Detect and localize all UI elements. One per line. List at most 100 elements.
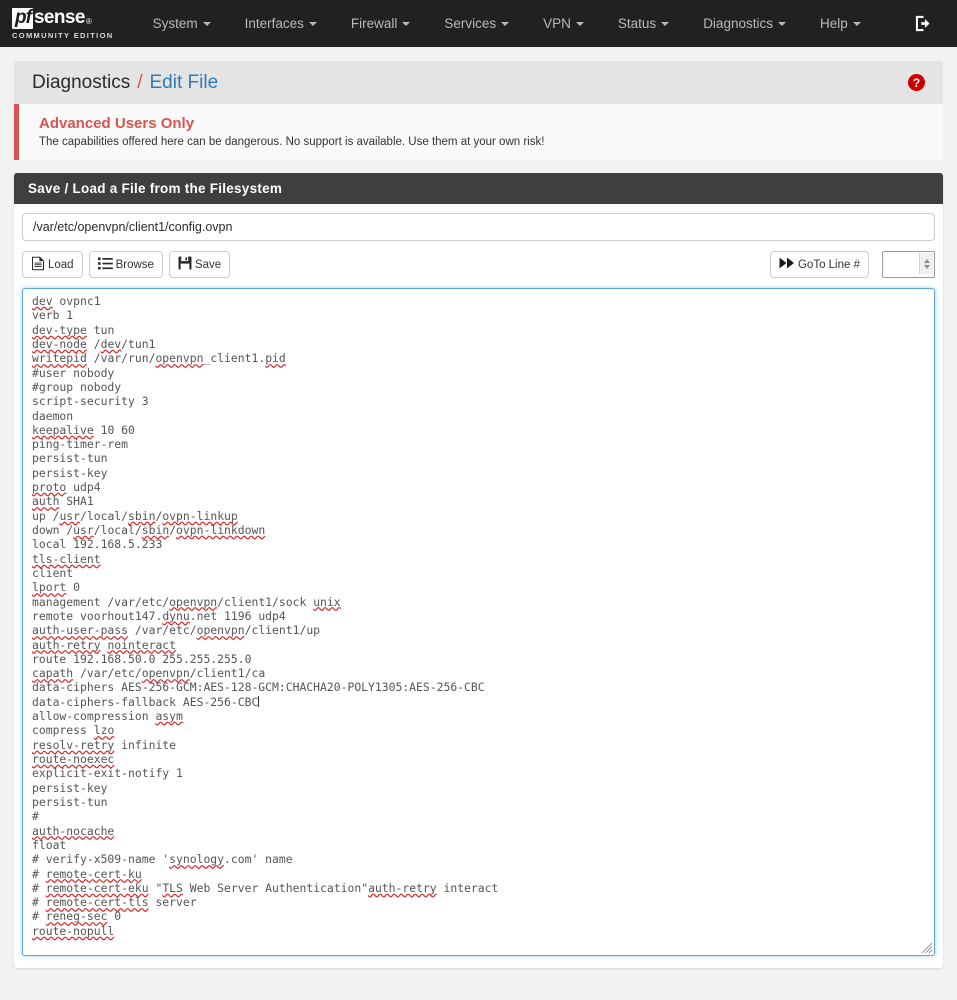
code-token: script-security 3: [32, 394, 149, 409]
code-line: client: [32, 566, 928, 580]
code-token: /var/run/: [86, 351, 156, 366]
alert-title: Advanced Users Only: [39, 115, 195, 132]
code-line: up /usr/local/sbin/ovpn-linkup: [32, 509, 928, 523]
code-line: # verify-x509-name 'synology.com' name: [32, 852, 928, 866]
code-token: persist-tun: [32, 451, 108, 466]
code-token: /local/: [80, 508, 129, 523]
save-button[interactable]: Save: [168, 251, 231, 278]
breadcrumb-parent[interactable]: Diagnostics: [32, 72, 130, 94]
breadcrumb: Diagnostics / Edit File ?: [14, 61, 943, 104]
code-token: .com' name: [224, 852, 293, 867]
code-line: auth-user-pass /var/etc/openvpn/client1/…: [32, 623, 928, 637]
chevron-down-icon: [661, 22, 670, 26]
code-line: auth-retry nointeract: [32, 638, 928, 652]
misspelled-token: auth: [32, 494, 60, 509]
code-token: /tun1: [121, 336, 156, 351]
code-token: persist-key: [32, 465, 108, 480]
code-line: persist-key: [32, 466, 928, 480]
nav-item-vpn[interactable]: VPN: [526, 0, 601, 47]
code-token: data-ciphers-fallback AES-256-CBC: [32, 694, 259, 709]
nav-item-status[interactable]: Status: [601, 0, 686, 47]
browse-button-label: Browse: [115, 258, 154, 271]
help-icon[interactable]: ?: [908, 74, 925, 91]
misspelled-token: openvpn: [155, 351, 204, 366]
code-token: /var/etc/: [128, 623, 197, 638]
breadcrumb-current[interactable]: Edit File: [150, 72, 219, 94]
code-token: ": [148, 880, 163, 895]
breadcrumb-separator: /: [137, 71, 143, 93]
code-token: verb 1: [32, 308, 74, 323]
nav-label: Services: [444, 16, 497, 31]
file-path-input[interactable]: [22, 213, 935, 241]
textarea-resize-handle[interactable]: [918, 939, 933, 954]
chevron-down-icon: [308, 22, 317, 26]
browse-button[interactable]: Browse: [88, 251, 163, 278]
code-line: dev ovpnc1: [32, 294, 928, 308]
code-line: # remote-cert-tls server: [32, 895, 928, 909]
code-line: dev-type tun: [32, 323, 928, 337]
file-content-textarea[interactable]: dev ovpnc1 verb 1 dev-type tun dev-node /de…: [23, 289, 934, 955]
goto-line-button[interactable]: GoTo Line #: [769, 251, 869, 278]
logout-icon[interactable]: [914, 14, 933, 33]
nav-label: Diagnostics: [703, 16, 773, 31]
file-document-icon: [31, 256, 45, 274]
code-token: tun: [86, 322, 115, 337]
load-button[interactable]: Load: [22, 251, 83, 278]
misspelled-token: resolv-retry: [32, 737, 115, 752]
misspelled-token: openvpn: [169, 594, 218, 609]
stepper-down-icon[interactable]: [923, 264, 930, 269]
stepper-arrows[interactable]: [919, 253, 933, 274]
misspelled-token: dev: [100, 336, 122, 351]
nav-item-firewall[interactable]: Firewall: [334, 0, 428, 47]
misspelled-token: usr: [73, 523, 94, 537]
code-token: route 192.168.50.0 255.255.255.0: [32, 651, 252, 666]
stepper-up-icon[interactable]: [923, 258, 930, 263]
code-line: data-ciphers-fallback AES-256-CBC: [32, 695, 928, 709]
code-token: #: [32, 866, 46, 881]
misspelled-token: keepalive: [32, 422, 94, 437]
code-line: route 192.168.50.0 255.255.255.0: [32, 652, 928, 666]
code-token: persist-tun: [32, 794, 108, 809]
code-token: compress: [32, 723, 94, 738]
code-token: explicit-exit-notify 1: [32, 766, 183, 781]
main-navbar: pf sense ® COMMUNITY EDITION System Inte…: [0, 0, 957, 47]
code-token: Web Server Authentication": [182, 880, 369, 895]
misspelled-token: lzo: [93, 723, 115, 738]
chevron-down-icon: [777, 22, 786, 26]
misspelled-token: openvpn: [196, 623, 245, 638]
code-line: auth SHA1: [32, 494, 928, 508]
code-token: SHA1: [59, 494, 94, 509]
nav-label: Firewall: [350, 16, 398, 31]
panel-body: Load Browse: [14, 204, 943, 968]
code-token: #user nobody: [32, 365, 115, 380]
text-cursor: [258, 695, 260, 707]
nav-item-help[interactable]: Help: [803, 0, 878, 47]
navbar-right: [914, 14, 957, 33]
file-editor-container[interactable]: dev ovpnc1 verb 1 dev-type tun dev-node /de…: [22, 288, 935, 956]
code-token: persist-key: [32, 780, 108, 795]
code-token: _client1.: [203, 351, 266, 366]
code-line: explicit-exit-notify 1: [32, 766, 928, 780]
floppy-disk-icon: [178, 256, 192, 273]
brand-subtitle: COMMUNITY EDITION: [12, 30, 114, 40]
pfsense-logo[interactable]: pf sense ® COMMUNITY EDITION: [10, 7, 114, 40]
alert-body: The capabilities offered here can be dan…: [39, 136, 545, 148]
code-token: /client1/up: [244, 623, 321, 638]
nav-item-system[interactable]: System: [136, 0, 228, 47]
nav-item-interfaces[interactable]: Interfaces: [228, 0, 334, 47]
nav-item-services[interactable]: Services: [427, 0, 526, 47]
code-token: /: [86, 336, 101, 351]
brand-sense-text: sense: [33, 7, 85, 28]
navbar-menu: System Interfaces Firewall Services VPN …: [136, 0, 878, 47]
code-line: route-noexec: [32, 752, 928, 766]
code-token: /local/: [93, 523, 142, 537]
code-line: script-security 3: [32, 394, 928, 408]
code-token: # verify-x509-name ': [32, 852, 170, 867]
misspelled-token: asym: [155, 709, 183, 724]
misspelled-token: remote-cert-tls: [45, 895, 149, 910]
code-line: daemon: [32, 409, 928, 423]
nav-item-diagnostics[interactable]: Diagnostics: [686, 0, 803, 47]
code-line: resolv-retry infinite: [32, 738, 928, 752]
chevron-down-icon: [852, 22, 861, 26]
chevron-down-icon: [501, 22, 510, 26]
